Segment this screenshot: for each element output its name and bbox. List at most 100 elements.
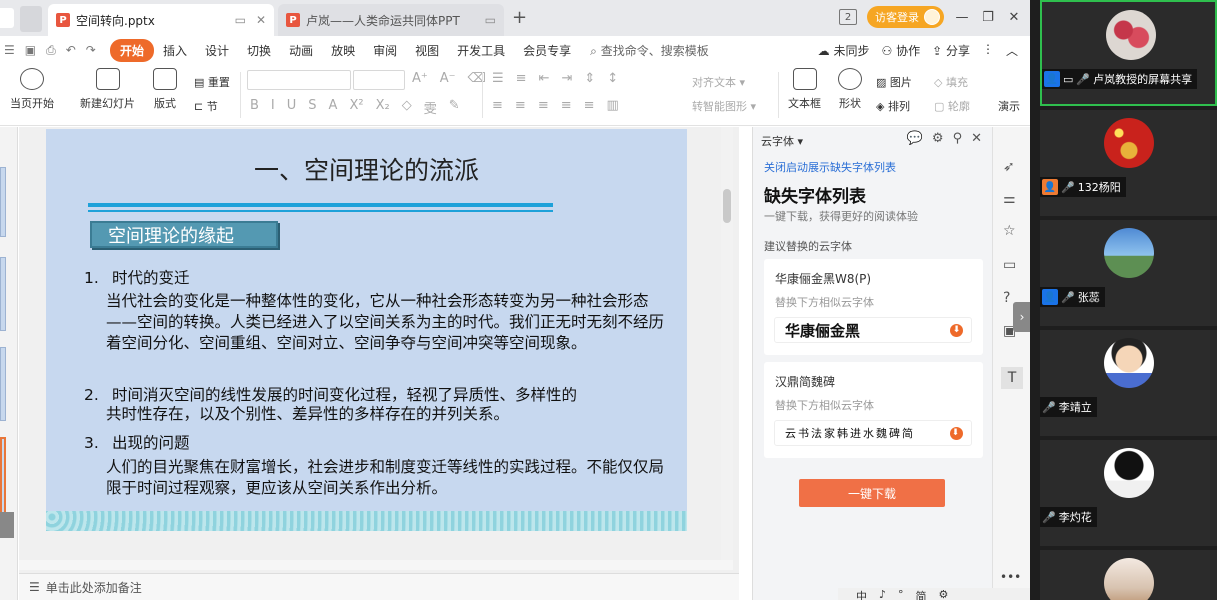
menu-transition[interactable]: 切换 — [238, 42, 280, 59]
reset-button[interactable]: ▤ 重置 — [194, 74, 230, 90]
decrease-font-icon[interactable]: A⁻ — [440, 71, 456, 86]
ime-settings-icon[interactable]: ⚙ — [939, 588, 949, 600]
play-from-current-button[interactable]: 当页开始 — [10, 68, 54, 111]
section-button[interactable]: ⊏ 节 — [194, 98, 218, 114]
restore-icon[interactable]: ❐ — [980, 10, 996, 25]
thumbnail-collapse-handle[interactable] — [0, 512, 14, 538]
help-icon[interactable]: ? — [1003, 290, 1010, 306]
italic-icon[interactable]: I — [271, 98, 275, 117]
slide-title[interactable]: 一、空间理论的流派 — [46, 151, 687, 187]
ime-simplified-icon[interactable]: 简 — [916, 588, 927, 600]
participant-tile[interactable]: 👤 ▭ 🎤 卢岚教授的屏幕共享 — [1040, 0, 1217, 106]
text-direction-icon[interactable]: ⇕ — [584, 71, 595, 86]
font-sample-button[interactable]: 云书法家韩进水魏碑简 ⬇ — [774, 420, 972, 446]
bold-icon[interactable]: B — [250, 98, 259, 117]
chevron-right-icon[interactable]: › — [1013, 302, 1030, 332]
menu-review[interactable]: 审阅 — [364, 42, 406, 59]
close-tab-icon[interactable]: ✕ — [256, 13, 266, 27]
distribute-icon[interactable]: ≡ — [584, 98, 595, 113]
new-tab-plus-icon[interactable]: + — [512, 7, 527, 28]
shape-button[interactable]: 形状 — [838, 68, 862, 111]
rocket-icon[interactable]: ➶ — [1003, 159, 1015, 175]
decrease-indent-icon[interactable]: ⇤ — [539, 71, 550, 86]
menu-member[interactable]: 会员专享 — [514, 42, 580, 59]
slide-thumbnail[interactable] — [0, 257, 6, 331]
pin-icon[interactable]: ⚲ — [953, 131, 963, 146]
justify-icon[interactable]: ≡ — [561, 98, 572, 113]
menu-developer[interactable]: 开发工具 — [448, 42, 514, 59]
section-body[interactable]: 人们的目光聚焦在财富增长，社会进步和制度变迁等线性的实践过程。不能仅仅局限于时间… — [106, 457, 672, 499]
menu-slideshow[interactable]: 放映 — [322, 42, 364, 59]
minimize-icon[interactable]: — — [954, 10, 970, 25]
smart-shape-button[interactable]: 转智能图形 ▾ — [692, 98, 756, 114]
font-color-icon[interactable]: A — [329, 98, 338, 117]
share-button[interactable]: ⇪ 分享 — [932, 42, 970, 59]
window-count-badge[interactable]: 2 — [839, 9, 857, 25]
download-icon[interactable]: ⬇ — [950, 427, 963, 440]
ime-sound-icon[interactable]: ♪ — [879, 588, 886, 600]
pane-title-dropdown[interactable]: 云字体 ▾ — [761, 133, 803, 149]
font-sample-button[interactable]: 华康俪金黑 ⬇ — [774, 317, 972, 343]
sync-status-button[interactable]: ☁ 未同步 — [818, 42, 870, 59]
collapse-ribbon-icon[interactable]: ︿ — [1006, 42, 1018, 59]
increase-font-icon[interactable]: A⁺ — [412, 71, 428, 86]
notes-bar[interactable]: ☰ 单击此处添加备注 — [19, 573, 739, 600]
char-spacing-icon[interactable]: ◇ — [402, 98, 412, 117]
numbered-list-icon[interactable]: ≡ — [516, 71, 527, 86]
scroll-thumb[interactable] — [723, 189, 731, 223]
home-button[interactable] — [0, 8, 14, 28]
subscript-icon[interactable]: X₂ — [376, 98, 390, 117]
collaborate-button[interactable]: ⚇ 协作 — [881, 42, 920, 59]
undo-icon[interactable]: ↶ — [66, 43, 76, 58]
section-body[interactable]: 共时性存在，以及个别性、差异性的多样存在的并列关系。 — [106, 404, 672, 425]
visitor-login-button[interactable]: 访客登录 — [867, 6, 944, 28]
increase-indent-icon[interactable]: ⇥ — [561, 71, 572, 86]
pinyin-icon[interactable]: 雯 — [424, 98, 437, 117]
settings-gear-icon[interactable]: ⚙ — [932, 131, 944, 146]
sliders-icon[interactable]: ⚌ — [1003, 191, 1016, 207]
highlight-icon[interactable]: ✎ — [449, 98, 460, 117]
ime-lang-icon[interactable]: 中 — [856, 588, 867, 600]
clear-format-icon[interactable]: ⌫ — [468, 71, 486, 86]
tab-float-icon[interactable]: ▭ — [235, 13, 246, 27]
columns-icon[interactable]: ▥ — [607, 98, 619, 113]
section-heading[interactable]: 2. 时间消灭空间的线性发展的时间变化过程，轻视了异质性、多样性的 — [84, 383, 577, 405]
superscript-icon[interactable]: X² — [349, 98, 363, 117]
star-icon[interactable]: ☆ — [1003, 223, 1016, 239]
tab-list-button[interactable] — [20, 6, 42, 32]
underline-icon[interactable]: U — [287, 98, 297, 117]
more-icon[interactable]: ⋮ — [982, 42, 994, 59]
participant-tile[interactable] — [1040, 550, 1217, 600]
menu-insert[interactable]: 插入 — [154, 42, 196, 59]
font-size-select[interactable] — [353, 70, 405, 90]
slide[interactable]: 一、空间理论的流派 空间理论的缘起 1. 时代的变迁 当代社会的变化是一种整体性的… — [46, 129, 687, 531]
tab-float-icon[interactable]: ▭ — [485, 13, 496, 27]
menu-icon[interactable]: ☰ — [4, 43, 15, 58]
save-icon[interactable]: ▣ — [25, 43, 36, 58]
align-left-icon[interactable]: ≡ — [492, 98, 503, 113]
participant-tile[interactable]: 👤 🎤 132杨阳 — [1040, 110, 1217, 216]
fill-button[interactable]: ◇ 填充 — [934, 74, 968, 90]
picture-button[interactable]: ▨ 图片 — [876, 74, 912, 90]
tab-document-active[interactable]: P 空间转向.pptx ▭ ✕ — [48, 4, 274, 36]
line-spacing-icon[interactable]: ↕ — [607, 71, 618, 86]
hide-missing-font-link[interactable]: 关闭启动展示缺失字体列表 — [764, 159, 896, 175]
menu-animation[interactable]: 动画 — [280, 42, 322, 59]
menu-home[interactable]: 开始 — [110, 38, 155, 62]
download-all-button[interactable]: 一键下载 — [799, 479, 945, 507]
font-name-select[interactable] — [247, 70, 351, 90]
slide-subheading[interactable]: 空间理论的缘起 — [90, 221, 278, 248]
tab-document-inactive[interactable]: P 卢岚——人类命运共同体PPT ▭ — [278, 4, 504, 36]
cloud-font-t-icon[interactable]: T — [1001, 367, 1023, 389]
print-icon[interactable]: ⎙ — [46, 43, 56, 58]
align-right-icon[interactable]: ≡ — [538, 98, 549, 113]
vertical-scrollbar[interactable] — [721, 127, 733, 567]
section-heading[interactable]: 1. 时代的变迁 — [84, 266, 190, 288]
horizontal-scrollbar[interactable] — [19, 560, 733, 570]
slide-thumbnail[interactable] — [0, 167, 6, 237]
new-slide-button[interactable]: 新建幻灯片 — [80, 68, 135, 111]
strikethrough-icon[interactable]: S — [308, 98, 316, 117]
command-search[interactable]: ⌕ 查找命令、搜索模板 — [580, 42, 709, 59]
ime-punct-icon[interactable]: ° — [898, 588, 904, 600]
participant-tile[interactable]: 🎤 李灼花 — [1040, 440, 1217, 546]
